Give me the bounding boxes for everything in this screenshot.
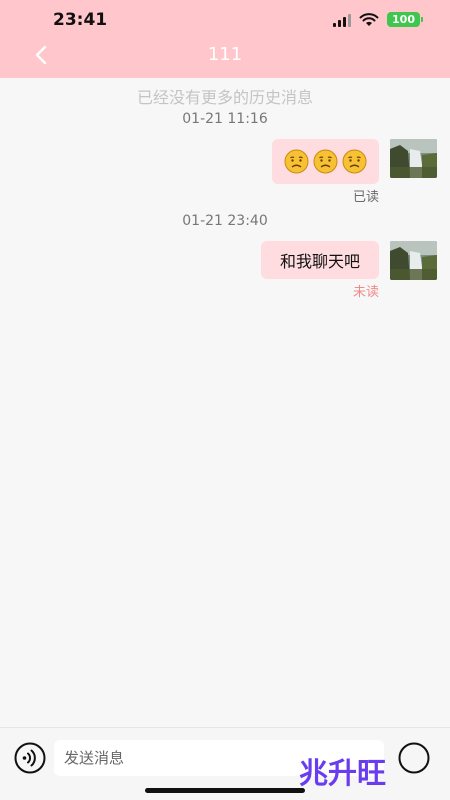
user-avatar[interactable]: [390, 139, 437, 178]
watermark-logo: 兆升旺: [299, 756, 387, 790]
user-avatar[interactable]: [390, 241, 437, 280]
no-more-history-notice: 已经没有更多的历史消息: [136, 88, 313, 107]
confused-face-icon: [342, 149, 367, 174]
page-title: 111: [207, 44, 243, 65]
confused-face-icon: [284, 149, 309, 174]
more-options-icon[interactable]: [398, 742, 430, 774]
battery-indicator: 100: [387, 12, 423, 27]
read-status: 未读: [352, 285, 379, 300]
status-time: 23:41: [53, 10, 108, 30]
read-status: 已读: [352, 190, 379, 205]
home-indicator: [145, 788, 305, 793]
signal-icon: [333, 13, 352, 27]
message-bubble[interactable]: [272, 139, 379, 184]
header: 23:41 100 111: [0, 0, 450, 78]
message-timestamp: 01-21 11:16: [182, 111, 268, 127]
confused-face-icon: [313, 149, 338, 174]
message-timestamp: 01-21 23:40: [182, 213, 268, 229]
wifi-icon: [359, 12, 379, 26]
status-icons: 100: [333, 12, 423, 27]
message-text: 和我聊天吧: [279, 252, 360, 271]
voice-icon[interactable]: [14, 742, 46, 774]
message-bubble[interactable]: 和我聊天吧: [261, 241, 379, 279]
